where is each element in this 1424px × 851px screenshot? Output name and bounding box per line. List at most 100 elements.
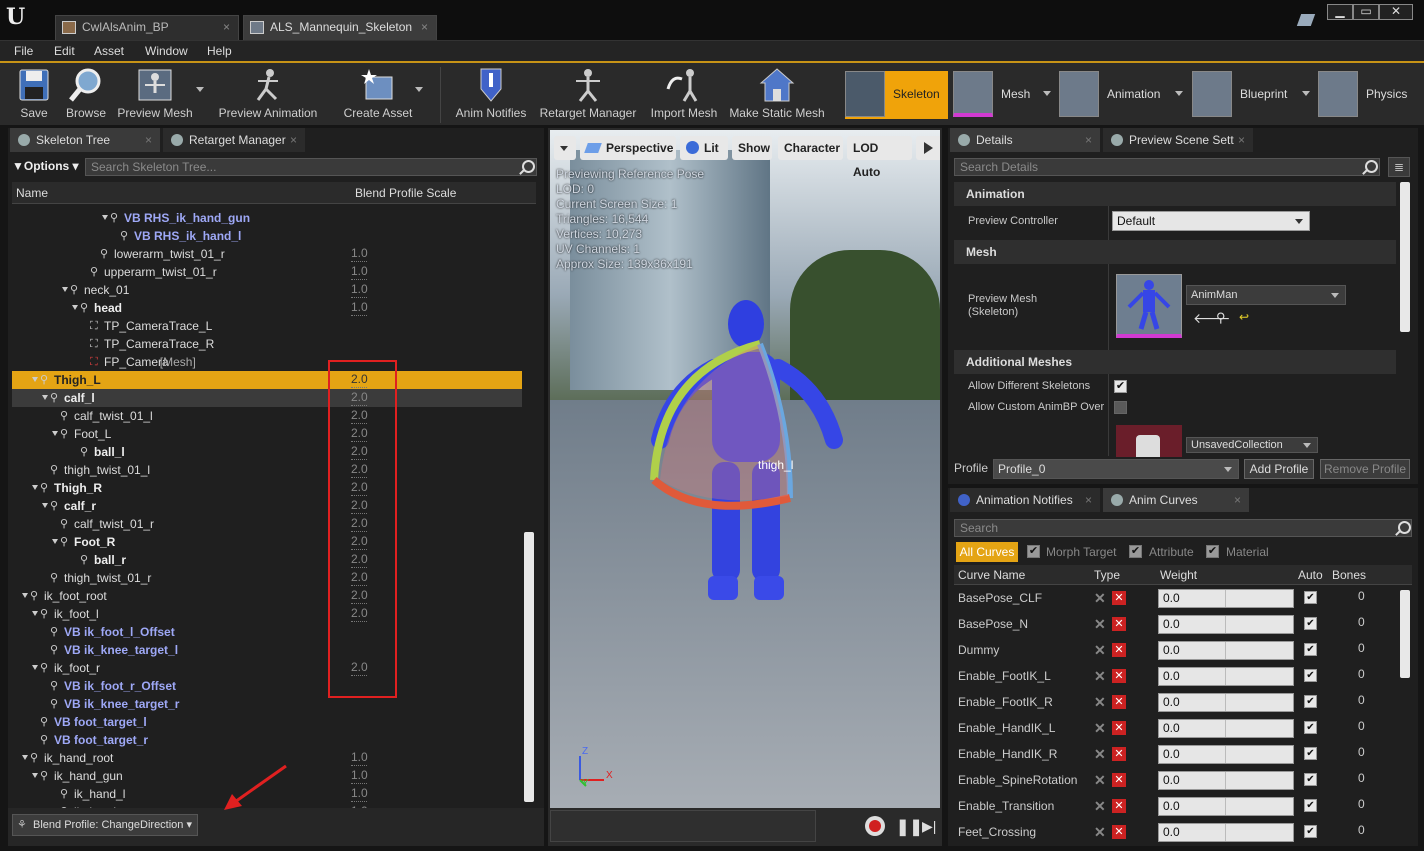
tree-row[interactable]: ⚲ ball_l 2.0 (12, 443, 522, 461)
close-icon[interactable]: × (1085, 128, 1092, 152)
expand-arrow-icon[interactable] (72, 305, 78, 310)
lod-button[interactable]: LOD Auto (847, 136, 912, 179)
tree-row[interactable]: ⚲ calf_r 2.0 (12, 497, 522, 515)
preview-mesh-dropdown[interactable] (196, 87, 204, 92)
auto-checkbox[interactable]: ✔ (1304, 617, 1317, 630)
curve-row[interactable]: Enable_FootIK_L ✕ ✕ 0.0 ✔ 0 (954, 663, 1396, 689)
search-icon[interactable] (1398, 521, 1411, 534)
clear-icon[interactable]: ↩ (1239, 310, 1249, 324)
type-morph-icon[interactable]: ✕ (1094, 591, 1108, 605)
add-profile-button[interactable]: Add Profile (1244, 459, 1314, 479)
character-button[interactable]: Character (778, 136, 843, 160)
expand-arrow-icon[interactable] (22, 755, 28, 760)
blend-scale-value[interactable]: 1.0 (351, 749, 368, 766)
tree-row[interactable]: ⚲ Thigh_R 2.0 (12, 479, 522, 497)
preview-mesh-select[interactable]: AnimMan (1186, 285, 1346, 305)
view-options-icon[interactable]: ≣ (1388, 157, 1410, 177)
attribute-checkbox[interactable]: ✔ (1129, 545, 1142, 558)
preview-controller-select[interactable]: Default (1112, 211, 1310, 231)
close-icon[interactable]: × (421, 16, 428, 39)
type-material-icon[interactable]: ✕ (1112, 643, 1126, 657)
tree-row[interactable]: ⚲ lowerarm_twist_01_r 1.0 (12, 245, 522, 263)
type-material-icon[interactable]: ✕ (1112, 747, 1126, 761)
auto-checkbox[interactable]: ✔ (1304, 669, 1317, 682)
weight-slider[interactable]: 0.0 (1158, 745, 1294, 764)
tree-row[interactable]: ⚲ Foot_L 2.0 (12, 425, 522, 443)
blend-scale-value[interactable]: 1.0 (351, 281, 368, 298)
tab-retarget-manager[interactable]: Retarget Manager × (163, 128, 305, 152)
tree-row[interactable]: ⚲ Thigh_L 2.0 (12, 371, 522, 389)
type-morph-icon[interactable]: ✕ (1094, 773, 1108, 787)
skeleton-search-input[interactable]: Search Skeleton Tree... (85, 158, 537, 176)
animation-mode-dropdown[interactable] (1175, 91, 1183, 96)
close-icon[interactable]: × (290, 128, 297, 152)
blend-scale-value[interactable]: 1.0 (351, 767, 368, 784)
weight-slider[interactable]: 0.0 (1158, 797, 1294, 816)
timeline-bar[interactable] (550, 810, 816, 842)
tree-row[interactable]: ⛶ TP_CameraTrace_L (12, 317, 522, 335)
unreal-logo-icon[interactable]: U (6, 4, 30, 32)
weight-slider[interactable]: 0.0 (1158, 615, 1294, 634)
make-static-mesh-button[interactable]: Make Static Mesh (728, 67, 826, 125)
search-icon[interactable] (1365, 160, 1378, 173)
weight-slider[interactable]: 0.0 (1158, 823, 1294, 842)
source-control-icon[interactable] (1296, 14, 1316, 26)
tree-row[interactable]: ⚲ thigh_twist_01_l 2.0 (12, 461, 522, 479)
type-material-icon[interactable]: ✕ (1112, 825, 1126, 839)
tab-details[interactable]: Details × (950, 128, 1100, 152)
menu-asset[interactable]: Asset (94, 44, 124, 58)
tree-row[interactable]: ⚲ VB ik_knee_target_l (12, 641, 522, 659)
tree-row[interactable]: ⚲ VB ik_knee_target_r (12, 695, 522, 713)
weight-slider[interactable]: 0.0 (1158, 771, 1294, 790)
tree-row[interactable]: ⛶ FP_Camera [Mesh] (12, 353, 522, 371)
type-morph-icon[interactable]: ✕ (1094, 747, 1108, 761)
menu-edit[interactable]: Edit (54, 44, 75, 58)
remove-profile-button[interactable]: Remove Profile (1320, 459, 1410, 479)
pause-button[interactable]: ❚❚ (896, 817, 923, 837)
tree-row[interactable]: ⚲ Foot_R 2.0 (12, 533, 522, 551)
type-morph-icon[interactable]: ✕ (1094, 721, 1108, 735)
type-morph-icon[interactable]: ✕ (1094, 825, 1108, 839)
expand-arrow-icon[interactable] (22, 593, 28, 598)
blend-scale-value[interactable]: 1.0 (351, 245, 368, 262)
tree-row[interactable]: ⚲ head 1.0 (12, 299, 522, 317)
tree-row[interactable]: ⚲ calf_twist_01_r 2.0 (12, 515, 522, 533)
browse-button[interactable]: Browse (62, 67, 110, 125)
collection-thumbnail[interactable] (1116, 425, 1182, 457)
type-morph-icon[interactable]: ✕ (1094, 695, 1108, 709)
expand-arrow-icon[interactable] (62, 287, 68, 292)
auto-checkbox[interactable]: ✔ (1304, 773, 1317, 786)
weight-slider[interactable]: 0.0 (1158, 719, 1294, 738)
create-asset-dropdown[interactable] (415, 87, 423, 92)
menu-window[interactable]: Window (145, 44, 188, 58)
tree-row[interactable]: ⚲ ik_foot_l 2.0 (12, 605, 522, 623)
collection-select[interactable]: UnsavedCollection (1186, 437, 1318, 453)
mode-animation[interactable]: Animation (1059, 71, 1183, 119)
menu-file[interactable]: File (14, 44, 33, 58)
type-material-icon[interactable]: ✕ (1112, 799, 1126, 813)
tree-row[interactable]: ⚲ calf_l 2.0 (12, 389, 522, 407)
search-icon[interactable] (522, 160, 535, 173)
step-forward-button[interactable]: ▶| (922, 818, 936, 835)
close-icon[interactable]: × (145, 128, 152, 152)
save-button[interactable]: Save (10, 67, 58, 125)
type-morph-icon[interactable]: ✕ (1094, 643, 1108, 657)
tree-scrollbar[interactable] (524, 532, 534, 802)
curve-row[interactable]: Enable_HandIK_R ✕ ✕ 0.0 ✔ 0 (954, 741, 1396, 767)
curves-scrollbar[interactable] (1400, 590, 1410, 678)
curve-row[interactable]: Feet_Crossing ✕ ✕ 0.0 ✔ 0 (954, 819, 1396, 845)
tree-row[interactable]: ⚲ VB ik_foot_l_Offset (12, 623, 522, 641)
tree-row[interactable]: ⚲ VB foot_target_l (12, 713, 522, 731)
mode-skeleton[interactable]: Skeleton (845, 71, 948, 119)
expand-arrow-icon[interactable] (52, 431, 58, 436)
mesh-category-header[interactable]: Mesh (954, 240, 1396, 264)
expand-arrow-icon[interactable] (32, 377, 38, 382)
record-button[interactable] (865, 816, 885, 836)
weight-slider[interactable]: 0.0 (1158, 693, 1294, 712)
curve-row[interactable]: Enable_HandIK_L ✕ ✕ 0.0 ✔ 0 (954, 715, 1396, 741)
show-button[interactable]: Show (732, 136, 772, 160)
mesh-thumbnail[interactable] (1116, 274, 1182, 338)
doc-tab-skeleton[interactable]: ALS_Mannequin_Skeleton × (243, 15, 437, 40)
preview-mesh-button[interactable]: Preview Mesh (116, 67, 194, 125)
expand-arrow-icon[interactable] (42, 395, 48, 400)
